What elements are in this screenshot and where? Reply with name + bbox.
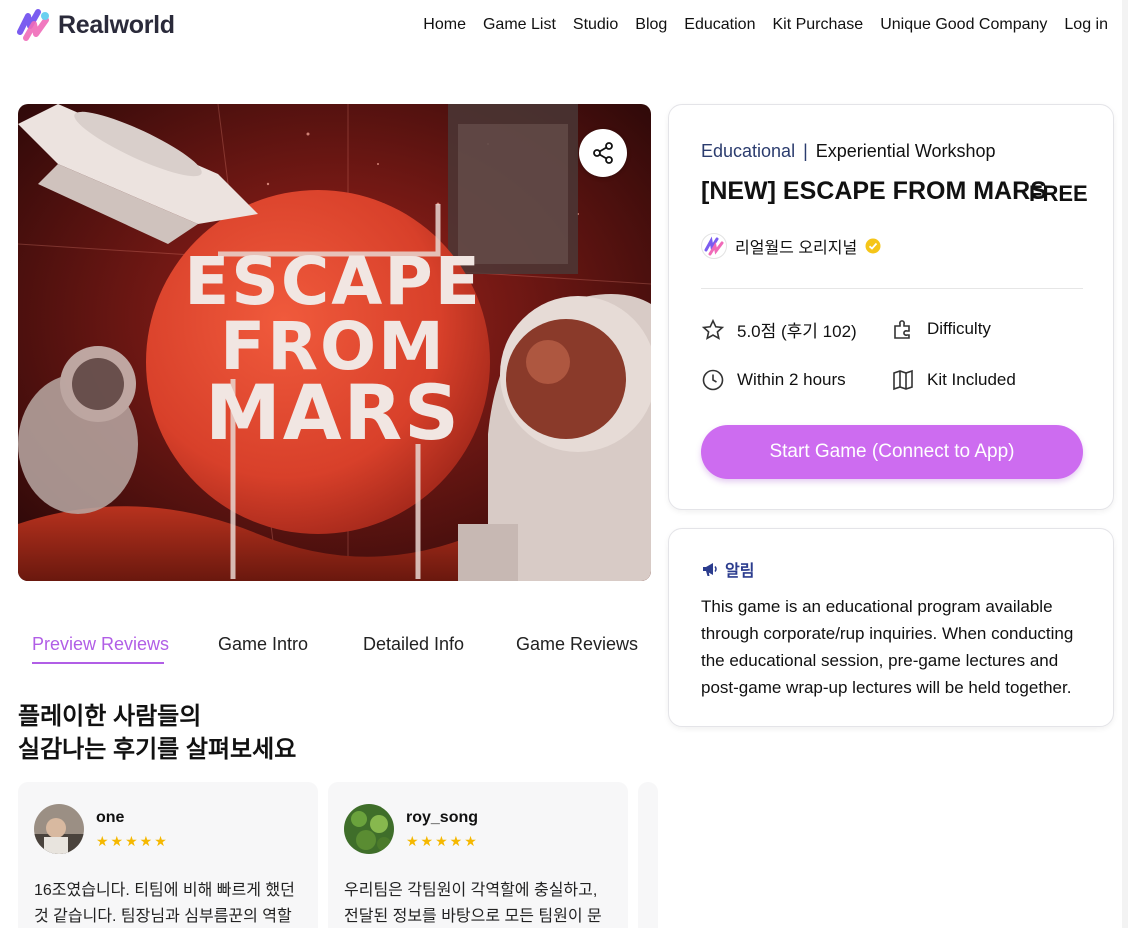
realworld-logo-icon [17, 9, 49, 41]
reviews-heading-line-2: 실감나는 후기를 살펴보세요 [18, 736, 297, 763]
main-nav: Home Game List Studio Blog Education Kit… [423, 16, 1108, 34]
review-card[interactable]: roy_song ★★★★★ 우리팀은 각팀원이 각역할에 충실하고, 전달된 … [328, 782, 628, 928]
nav-blog[interactable]: Blog [635, 16, 667, 34]
avatar [34, 804, 84, 854]
share-icon [593, 142, 613, 164]
author-name: 리얼월드 오리지널 [735, 240, 858, 257]
review-card-partial[interactable] [638, 782, 658, 928]
nav-game-list[interactable]: Game List [483, 16, 556, 34]
game-author[interactable]: 리얼월드 오리지널 [701, 233, 881, 259]
game-title: [NEW] ESCAPE FROM MARS [701, 177, 1047, 205]
review-card[interactable]: one ★★★★★ 16조였습니다. 티팀에 비해 빠르게 했던 것 같습니다.… [18, 782, 318, 928]
nav-studio[interactable]: Studio [573, 16, 618, 34]
star-icon [701, 318, 725, 340]
review-text: 16조였습니다. 티팀에 비해 빠르게 했던 것 같습니다. 팀장님과 심부름꾼… [34, 882, 295, 925]
start-game-button[interactable]: Start Game (Connect to App) [701, 425, 1083, 479]
game-info-card: Educational | Experiential Workshop [NEW… [668, 104, 1114, 510]
megaphone-icon [703, 563, 717, 576]
category-label[interactable]: Educational [701, 141, 795, 162]
game-price: FREE [1029, 181, 1088, 206]
reviewer-name: roy_song [406, 809, 479, 826]
reviews-heading: 플레이한 사람들의 실감나는 후기를 살펴보세요 [18, 700, 296, 766]
tab-detailed-info[interactable]: Detailed Info [363, 634, 464, 655]
review-text: 우리팀은 각팀원이 각역할에 충실하고, 전달된 정보를 바탕으로 모든 팀원이… [344, 882, 602, 925]
duration-text: Within 2 hours [737, 370, 846, 389]
nav-log-in[interactable]: Log in [1064, 16, 1108, 34]
tab-game-intro[interactable]: Game Intro [218, 634, 308, 655]
nav-home[interactable]: Home [423, 16, 466, 34]
brand-logo[interactable]: Realworld [16, 8, 175, 42]
reviews-heading-line-1: 플레이한 사람들의 [18, 703, 202, 730]
site-header: Realworld Home Game List Studio Blog Edu… [0, 0, 1128, 52]
nav-unique-good-company[interactable]: Unique Good Company [880, 16, 1047, 34]
verified-badge-icon [865, 238, 881, 254]
game-poster-image: ESCAPE FROM MARS [18, 104, 651, 581]
nav-education[interactable]: Education [684, 16, 755, 34]
category-separator: | [803, 141, 808, 161]
notice-text: This game is an educational program avai… [701, 597, 1074, 697]
map-icon [893, 369, 913, 391]
rating-text: 5.0점 (후기 102) [737, 322, 857, 341]
avatar [344, 804, 394, 854]
author-logo-icon [701, 233, 727, 259]
tab-preview-reviews[interactable]: Preview Reviews [32, 634, 169, 655]
clock-icon [702, 369, 724, 391]
notice-card: 알림 This game is an educational program a… [668, 528, 1114, 727]
brand-name: Realworld [58, 10, 175, 39]
poster-title-line-3: MARS [205, 368, 461, 457]
subcategory-label[interactable]: Experiential Workshop [816, 141, 996, 162]
kit-text: Kit Included [927, 370, 1016, 389]
reviewer-name: one [96, 809, 125, 826]
duration-info: Within 2 hours [701, 368, 846, 392]
kit-info: Kit Included [891, 368, 1016, 392]
content-tabs: Preview Reviews Game Intro Detailed Info… [18, 628, 651, 668]
nav-kit-purchase[interactable]: Kit Purchase [772, 16, 863, 34]
rating-info: 5.0점 (후기 102) [701, 317, 857, 342]
rating-stars: ★★★★★ [406, 833, 479, 849]
difficulty-text: Difficulty [927, 319, 991, 338]
tab-game-reviews[interactable]: Game Reviews [516, 634, 638, 655]
game-category: Educational | Experiential Workshop [701, 141, 996, 162]
notice-title: 알림 [725, 563, 755, 580]
rating-stars: ★★★★★ [96, 833, 169, 849]
divider [701, 288, 1083, 289]
active-tab-indicator [32, 662, 164, 664]
notice-header: 알림 [701, 557, 754, 581]
puzzle-icon [894, 320, 910, 339]
difficulty-info: Difficulty [891, 317, 991, 341]
share-button[interactable] [579, 129, 627, 177]
page-scrollbar[interactable] [1122, 0, 1128, 928]
